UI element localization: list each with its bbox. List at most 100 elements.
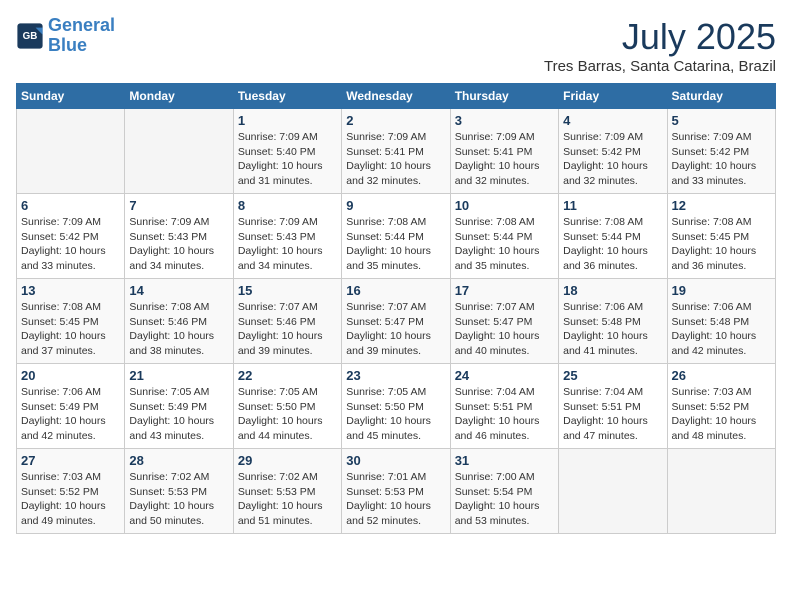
day-number: 31 bbox=[455, 453, 554, 468]
day-number: 4 bbox=[563, 113, 662, 128]
calendar-cell: 5 Sunrise: 7:09 AM Sunset: 5:42 PM Daylig… bbox=[667, 109, 775, 194]
month-year: July 2025 bbox=[544, 16, 776, 58]
weekday-header: Tuesday bbox=[233, 84, 341, 109]
day-number: 1 bbox=[238, 113, 337, 128]
day-info: Sunrise: 7:09 AM Sunset: 5:42 PM Dayligh… bbox=[672, 130, 771, 189]
weekday-header-row: SundayMondayTuesdayWednesdayThursdayFrid… bbox=[17, 84, 776, 109]
calendar-cell: 26Sunrise: 7:03 AM Sunset: 5:52 PM Dayli… bbox=[667, 364, 775, 449]
day-number: 5 bbox=[672, 113, 771, 128]
logo: GB General Blue bbox=[16, 16, 115, 56]
calendar-cell: 25Sunrise: 7:04 AM Sunset: 5:51 PM Dayli… bbox=[559, 364, 667, 449]
calendar-cell: 4 Sunrise: 7:09 AM Sunset: 5:42 PM Daylig… bbox=[559, 109, 667, 194]
calendar-cell bbox=[559, 449, 667, 534]
calendar-cell: 18 Sunrise: 7:06 AM Sunset: 5:48 PM Dayli… bbox=[559, 279, 667, 364]
day-number: 6 bbox=[21, 198, 120, 213]
calendar-cell: 21 Sunrise: 7:05 AM Sunset: 5:49 PM Dayli… bbox=[125, 364, 233, 449]
day-info: Sunrise: 7:09 AM Sunset: 5:41 PM Dayligh… bbox=[346, 130, 445, 189]
weekday-header: Sunday bbox=[17, 84, 125, 109]
title-block: July 2025 Tres Barras, Santa Catarina, B… bbox=[544, 16, 776, 75]
calendar-cell: 15 Sunrise: 7:07 AM Sunset: 5:46 PM Dayli… bbox=[233, 279, 341, 364]
day-info: Sunrise: 7:08 AM Sunset: 5:46 PM Dayligh… bbox=[129, 300, 228, 359]
day-number: 11 bbox=[563, 198, 662, 213]
day-number: 30 bbox=[346, 453, 445, 468]
calendar-week-row: 6 Sunrise: 7:09 AM Sunset: 5:42 PM Daylig… bbox=[17, 194, 776, 279]
calendar-cell: 17 Sunrise: 7:07 AM Sunset: 5:47 PM Dayli… bbox=[450, 279, 558, 364]
calendar-cell: 14 Sunrise: 7:08 AM Sunset: 5:46 PM Dayli… bbox=[125, 279, 233, 364]
weekday-header: Monday bbox=[125, 84, 233, 109]
day-info: Sunrise: 7:05 AM Sunset: 5:49 PM Dayligh… bbox=[129, 385, 228, 444]
day-info: Sunrise: 7:09 AM Sunset: 5:42 PM Dayligh… bbox=[563, 130, 662, 189]
day-info: Sunrise: 7:07 AM Sunset: 5:47 PM Dayligh… bbox=[455, 300, 554, 359]
calendar-cell: 22Sunrise: 7:05 AM Sunset: 5:50 PM Dayli… bbox=[233, 364, 341, 449]
calendar-cell: 12 Sunrise: 7:08 AM Sunset: 5:45 PM Dayli… bbox=[667, 194, 775, 279]
day-info: Sunrise: 7:06 AM Sunset: 5:48 PM Dayligh… bbox=[563, 300, 662, 359]
day-info: Sunrise: 7:00 AM Sunset: 5:54 PM Dayligh… bbox=[455, 470, 554, 529]
svg-text:GB: GB bbox=[23, 31, 38, 42]
day-number: 22 bbox=[238, 368, 337, 383]
calendar-week-row: 1 Sunrise: 7:09 AM Sunset: 5:40 PM Daylig… bbox=[17, 109, 776, 194]
day-info: Sunrise: 7:09 AM Sunset: 5:43 PM Dayligh… bbox=[238, 215, 337, 274]
weekday-header: Friday bbox=[559, 84, 667, 109]
calendar-cell: 10 Sunrise: 7:08 AM Sunset: 5:44 PM Dayli… bbox=[450, 194, 558, 279]
calendar-week-row: 27 Sunrise: 7:03 AM Sunset: 5:52 PM Dayli… bbox=[17, 449, 776, 534]
day-info: Sunrise: 7:01 AM Sunset: 5:53 PM Dayligh… bbox=[346, 470, 445, 529]
calendar-table: SundayMondayTuesdayWednesdayThursdayFrid… bbox=[16, 83, 776, 534]
calendar-cell: 31 Sunrise: 7:00 AM Sunset: 5:54 PM Dayli… bbox=[450, 449, 558, 534]
day-number: 27 bbox=[21, 453, 120, 468]
day-number: 28 bbox=[129, 453, 228, 468]
location: Tres Barras, Santa Catarina, Brazil bbox=[544, 58, 776, 75]
calendar-cell: 27 Sunrise: 7:03 AM Sunset: 5:52 PM Dayli… bbox=[17, 449, 125, 534]
calendar-cell: 23Sunrise: 7:05 AM Sunset: 5:50 PM Dayli… bbox=[342, 364, 450, 449]
day-info: Sunrise: 7:08 AM Sunset: 5:45 PM Dayligh… bbox=[672, 215, 771, 274]
calendar-cell bbox=[125, 109, 233, 194]
day-info: Sunrise: 7:08 AM Sunset: 5:45 PM Dayligh… bbox=[21, 300, 120, 359]
logo-line2: Blue bbox=[48, 35, 87, 55]
day-info: Sunrise: 7:08 AM Sunset: 5:44 PM Dayligh… bbox=[563, 215, 662, 274]
calendar-cell: 9Sunrise: 7:08 AM Sunset: 5:44 PM Daylig… bbox=[342, 194, 450, 279]
weekday-header: Thursday bbox=[450, 84, 558, 109]
day-info: Sunrise: 7:04 AM Sunset: 5:51 PM Dayligh… bbox=[455, 385, 554, 444]
day-number: 16 bbox=[346, 283, 445, 298]
day-info: Sunrise: 7:09 AM Sunset: 5:43 PM Dayligh… bbox=[129, 215, 228, 274]
day-number: 2 bbox=[346, 113, 445, 128]
day-number: 10 bbox=[455, 198, 554, 213]
day-number: 21 bbox=[129, 368, 228, 383]
weekday-header: Wednesday bbox=[342, 84, 450, 109]
calendar-cell: 6 Sunrise: 7:09 AM Sunset: 5:42 PM Daylig… bbox=[17, 194, 125, 279]
day-info: Sunrise: 7:08 AM Sunset: 5:44 PM Dayligh… bbox=[455, 215, 554, 274]
day-number: 7 bbox=[129, 198, 228, 213]
calendar-cell: 2 Sunrise: 7:09 AM Sunset: 5:41 PM Daylig… bbox=[342, 109, 450, 194]
calendar-cell: 16 Sunrise: 7:07 AM Sunset: 5:47 PM Dayli… bbox=[342, 279, 450, 364]
calendar-week-row: 13 Sunrise: 7:08 AM Sunset: 5:45 PM Dayli… bbox=[17, 279, 776, 364]
day-number: 18 bbox=[563, 283, 662, 298]
day-number: 9 bbox=[346, 198, 445, 213]
day-info: Sunrise: 7:07 AM Sunset: 5:46 PM Dayligh… bbox=[238, 300, 337, 359]
day-info: Sunrise: 7:03 AM Sunset: 5:52 PM Dayligh… bbox=[672, 385, 771, 444]
calendar-week-row: 20Sunrise: 7:06 AM Sunset: 5:49 PM Dayli… bbox=[17, 364, 776, 449]
day-number: 29 bbox=[238, 453, 337, 468]
day-info: Sunrise: 7:02 AM Sunset: 5:53 PM Dayligh… bbox=[129, 470, 228, 529]
logo-icon: GB bbox=[16, 22, 44, 50]
logo-text: General Blue bbox=[48, 16, 115, 56]
page-header: GB General Blue July 2025 Tres Barras, S… bbox=[16, 16, 776, 75]
day-info: Sunrise: 7:07 AM Sunset: 5:47 PM Dayligh… bbox=[346, 300, 445, 359]
calendar-cell: 7 Sunrise: 7:09 AM Sunset: 5:43 PM Daylig… bbox=[125, 194, 233, 279]
day-number: 13 bbox=[21, 283, 120, 298]
logo-line1: General bbox=[48, 15, 115, 35]
day-info: Sunrise: 7:09 AM Sunset: 5:40 PM Dayligh… bbox=[238, 130, 337, 189]
calendar-cell: 3Sunrise: 7:09 AM Sunset: 5:41 PM Daylig… bbox=[450, 109, 558, 194]
day-number: 24 bbox=[455, 368, 554, 383]
day-info: Sunrise: 7:03 AM Sunset: 5:52 PM Dayligh… bbox=[21, 470, 120, 529]
day-number: 14 bbox=[129, 283, 228, 298]
day-number: 19 bbox=[672, 283, 771, 298]
day-number: 15 bbox=[238, 283, 337, 298]
calendar-cell: 19Sunrise: 7:06 AM Sunset: 5:48 PM Dayli… bbox=[667, 279, 775, 364]
day-number: 17 bbox=[455, 283, 554, 298]
day-info: Sunrise: 7:09 AM Sunset: 5:42 PM Dayligh… bbox=[21, 215, 120, 274]
calendar-cell: 20Sunrise: 7:06 AM Sunset: 5:49 PM Dayli… bbox=[17, 364, 125, 449]
day-number: 8 bbox=[238, 198, 337, 213]
calendar-cell: 24 Sunrise: 7:04 AM Sunset: 5:51 PM Dayli… bbox=[450, 364, 558, 449]
day-info: Sunrise: 7:04 AM Sunset: 5:51 PM Dayligh… bbox=[563, 385, 662, 444]
day-number: 12 bbox=[672, 198, 771, 213]
calendar-cell: 8 Sunrise: 7:09 AM Sunset: 5:43 PM Daylig… bbox=[233, 194, 341, 279]
